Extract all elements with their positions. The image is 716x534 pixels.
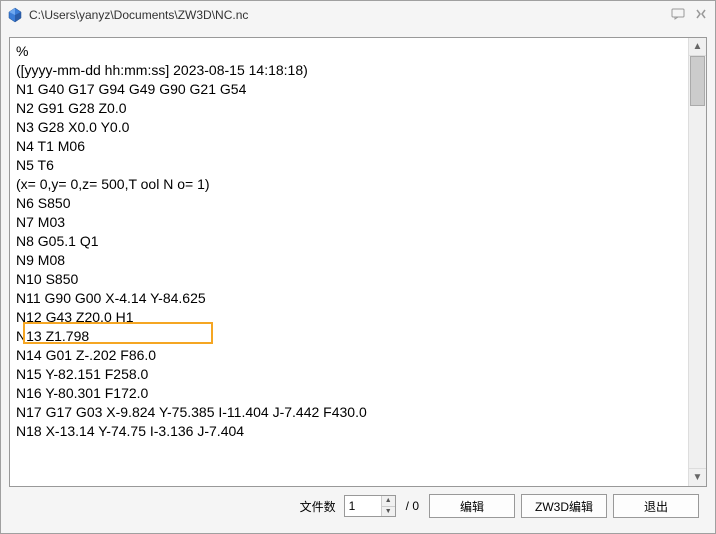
titlebar: C:\Users\yanyz\Documents\ZW3D\NC.nc — [1, 1, 715, 29]
code-line: N12 G43 Z20.0 H1 — [16, 308, 682, 327]
close-icon[interactable] — [695, 8, 707, 22]
exit-button[interactable]: 退出 — [613, 494, 699, 518]
code-line: % — [16, 42, 682, 61]
code-line: N13 Z1.798 — [16, 327, 682, 346]
code-line: N6 S850 — [16, 194, 682, 213]
code-line: N5 T6 — [16, 156, 682, 175]
spinner-down[interactable]: ▼ — [382, 507, 395, 517]
file-count-spinner[interactable]: ▲ ▼ — [344, 495, 396, 517]
feedback-icon[interactable] — [671, 8, 685, 22]
nc-code-viewer: %([yyyy-mm-dd hh:mm:ss] 2023-08-15 14:18… — [9, 37, 707, 487]
file-count-input[interactable] — [345, 496, 381, 516]
window-title: C:\Users\yanyz\Documents\ZW3D\NC.nc — [29, 8, 671, 22]
code-line: N4 T1 M06 — [16, 137, 682, 156]
vertical-scrollbar[interactable]: ▲ ▼ — [688, 38, 706, 486]
code-line: N3 G28 X0.0 Y0.0 — [16, 118, 682, 137]
code-line: N15 Y-82.151 F258.0 — [16, 365, 682, 384]
code-line: N18 X-13.14 Y-74.75 I-3.136 J-7.404 — [16, 422, 682, 441]
code-line: (x= 0,y= 0,z= 500,T ool N o= 1) — [16, 175, 682, 194]
file-total-label: / 0 — [406, 499, 419, 513]
nc-code-text[interactable]: %([yyyy-mm-dd hh:mm:ss] 2023-08-15 14:18… — [10, 38, 688, 486]
app-window: C:\Users\yanyz\Documents\ZW3D\NC.nc %([y… — [0, 0, 716, 534]
scroll-thumb[interactable] — [690, 56, 705, 106]
file-count-label: 文件数 — [300, 498, 336, 515]
code-line: N17 G17 G03 X-9.824 Y-75.385 I-11.404 J-… — [16, 403, 682, 422]
code-line: N16 Y-80.301 F172.0 — [16, 384, 682, 403]
app-icon — [7, 7, 23, 23]
scroll-down-arrow[interactable]: ▼ — [689, 468, 706, 486]
code-line: N14 G01 Z-.202 F86.0 — [16, 346, 682, 365]
code-line: N9 M08 — [16, 251, 682, 270]
scroll-up-arrow[interactable]: ▲ — [689, 38, 706, 56]
footer-bar: 文件数 ▲ ▼ / 0 编辑 ZW3D编辑 退出 — [9, 493, 707, 525]
window-controls — [671, 8, 709, 22]
content-area: %([yyyy-mm-dd hh:mm:ss] 2023-08-15 14:18… — [1, 29, 715, 533]
code-line: N8 G05.1 Q1 — [16, 232, 682, 251]
zw3d-edit-button[interactable]: ZW3D编辑 — [521, 494, 607, 518]
edit-button[interactable]: 编辑 — [429, 494, 515, 518]
code-line: ([yyyy-mm-dd hh:mm:ss] 2023-08-15 14:18:… — [16, 61, 682, 80]
code-line: N2 G91 G28 Z0.0 — [16, 99, 682, 118]
spinner-up[interactable]: ▲ — [382, 496, 395, 507]
code-line: N10 S850 — [16, 270, 682, 289]
code-line: N1 G40 G17 G94 G49 G90 G21 G54 — [16, 80, 682, 99]
code-line: N11 G90 G00 X-4.14 Y-84.625 — [16, 289, 682, 308]
code-line: N7 M03 — [16, 213, 682, 232]
